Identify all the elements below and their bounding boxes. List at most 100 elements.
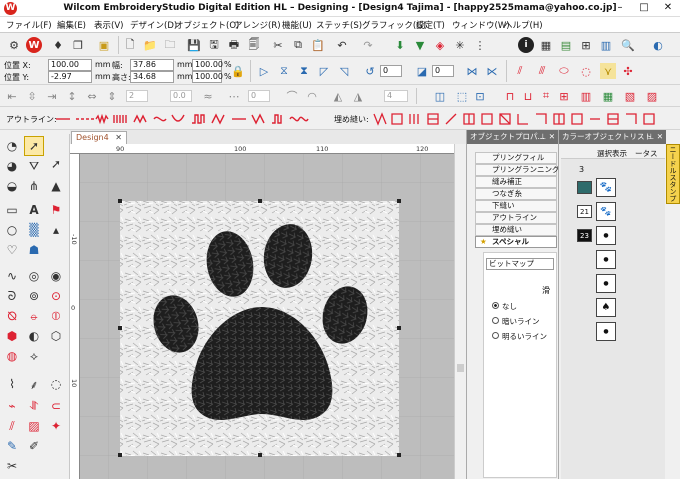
menu-object[interactable]: オブジェクト(O) — [175, 19, 239, 31]
fill-cross-icon[interactable]: ✣ — [620, 63, 636, 79]
copy-icon[interactable]: ❐ — [70, 37, 86, 53]
tab-fill[interactable]: 埋め縫い — [475, 224, 557, 236]
menu-arrange[interactable]: アレンジ(R) — [234, 19, 281, 31]
radio-selected-icon[interactable] — [492, 302, 499, 309]
pointer-tool-icon[interactable]: ➚ — [46, 154, 66, 174]
monogram-icon[interactable]: ⚑ — [46, 200, 66, 220]
applique-icon[interactable]: ⦰ — [2, 306, 22, 326]
tab-pull-comp[interactable]: 縫み補正 — [475, 176, 557, 188]
panel-close-icon[interactable]: ✕ — [657, 130, 663, 144]
redo-icon[interactable]: ↷ — [360, 37, 376, 53]
balloon-icon[interactable]: ♦ — [50, 37, 66, 53]
menu-view[interactable]: 表示(V) — [94, 19, 123, 31]
tab-close-icon[interactable]: ✕ — [115, 133, 122, 142]
lock-proportion-icon[interactable]: 🔒 — [230, 63, 246, 79]
paste2-icon[interactable]: 📋 — [310, 37, 326, 53]
new-file-icon[interactable]: 🗋 — [122, 37, 138, 53]
layout-icon[interactable]: ▥ — [598, 37, 614, 53]
flip-icon[interactable]: ⋈ — [464, 63, 480, 79]
bead-icon[interactable]: ⸙ — [24, 374, 44, 394]
cord-icon[interactable]: ⊂ — [46, 396, 66, 416]
stitch2-icon[interactable]: ⋮ — [472, 37, 488, 53]
curve-tool-icon[interactable]: ◒ — [2, 176, 22, 196]
radio-icon[interactable] — [492, 332, 499, 339]
rotation-field[interactable]: 0 — [380, 65, 402, 77]
target-tool-icon[interactable]: ◎ — [24, 266, 44, 286]
tab-underlay[interactable]: 下縫い — [475, 200, 557, 212]
distribute2-icon[interactable]: ⇕ — [104, 88, 120, 104]
menu-help[interactable]: ヘルプ(H) — [504, 19, 543, 31]
mirror-h-icon[interactable]: ⧖ — [276, 63, 292, 79]
maximize-button[interactable]: □ — [632, 0, 656, 17]
align-top-icon[interactable]: ⇤ — [4, 88, 20, 104]
team-name-icon[interactable]: ▒ — [24, 220, 44, 240]
print-icon[interactable]: 🖶 — [226, 37, 242, 53]
folder2-icon[interactable]: 🗀 — [162, 37, 178, 53]
effect4-icon[interactable]: ⊞ — [556, 88, 572, 104]
letter-w-icon[interactable]: W — [26, 37, 42, 53]
scroll-thumb[interactable] — [457, 364, 464, 372]
color-icon[interactable]: ◈ — [432, 37, 448, 53]
tab-connectors[interactable]: つなぎ糸 — [475, 188, 557, 200]
menu-window[interactable]: ウィンドウ(W) — [452, 19, 510, 31]
info-icon[interactable]: i — [518, 37, 534, 53]
needle-tool-icon[interactable]: ⌇ — [2, 374, 22, 394]
fill-satin-icon[interactable]: ⫽ — [512, 63, 528, 79]
text-tool-icon[interactable]: A — [24, 200, 44, 220]
shape-tool-icon[interactable]: ▲ — [46, 176, 66, 196]
arrange-icon[interactable]: ⊞ — [578, 37, 594, 53]
panel-close-icon[interactable]: ✕ — [549, 130, 555, 144]
fill-pattern-icon[interactable]: ⬭ — [556, 63, 572, 79]
film-icon[interactable]: ▦ — [538, 37, 554, 53]
align-bottom-icon[interactable]: ⇥ — [44, 88, 60, 104]
digitize-icon[interactable]: ◔ — [2, 136, 22, 156]
object-item-3[interactable]: ● — [596, 226, 616, 245]
design-canvas[interactable] — [70, 144, 454, 479]
pos-y-field[interactable]: -2.97 — [48, 71, 92, 83]
people-icon[interactable]: ☗ — [24, 240, 44, 260]
menu-edit[interactable]: 編集(E) — [57, 19, 86, 31]
needle-icon[interactable]: ⬇ — [392, 37, 408, 53]
pos-x-field[interactable]: 100.00 — [48, 59, 92, 71]
cut-icon[interactable]: ✂ — [270, 37, 286, 53]
effect2-icon[interactable]: ⊔ — [520, 88, 536, 104]
stamp-icon[interactable]: ◐ — [24, 326, 44, 346]
reshape-icon[interactable]: ◕ — [2, 156, 22, 176]
scissors-icon[interactable]: ✂ — [2, 456, 22, 476]
view-label[interactable]: 選択表示 — [597, 148, 627, 159]
canvas-vertical-scrollbar[interactable] — [454, 144, 466, 479]
angle-b-field[interactable]: 4 — [384, 90, 408, 102]
motif-icon[interactable]: ✦ — [46, 416, 66, 436]
menu-settings[interactable]: 設定(T) — [416, 19, 445, 31]
pattern-icon[interactable]: ⋯ — [226, 88, 242, 104]
lettering-icon[interactable]: ✎ — [2, 436, 22, 456]
stamp2-icon[interactable]: ⬡ — [46, 326, 66, 346]
zoom-icon[interactable]: 🔍 — [620, 37, 636, 53]
fill-special-icon[interactable]: ⋎ — [600, 63, 616, 79]
thread-icon[interactable]: ▼ — [412, 37, 428, 53]
sequin-icon[interactable]: ◌ — [46, 374, 66, 394]
close-window-button[interactable]: ✕ — [656, 0, 680, 17]
arc2-icon[interactable]: ◠ — [304, 88, 320, 104]
minimize-button[interactable]: – — [608, 0, 632, 17]
hexagon-icon[interactable]: ⬢ — [2, 326, 22, 346]
knife-tool-icon[interactable]: ⋔ — [24, 176, 44, 196]
triple-run-icon[interactable]: ⥯ — [24, 396, 44, 416]
applique3-icon[interactable]: ⦶ — [46, 306, 66, 326]
swirl-tool-icon[interactable]: ᘐ — [2, 286, 22, 306]
circle2-tool-icon[interactable]: ◉ — [46, 266, 66, 286]
arc-icon[interactable]: ⌒ — [284, 88, 300, 104]
tab-outline[interactable]: アウトライン — [475, 212, 557, 224]
align-left-icon[interactable]: ▷ — [256, 63, 272, 79]
rectangle-tool-icon[interactable]: ▭ — [2, 200, 22, 220]
pin-icon[interactable]: ⊥ — [647, 130, 654, 144]
width-field[interactable]: 37.86 — [130, 59, 174, 71]
color-swatch-23[interactable]: 23 — [577, 229, 592, 242]
ring2-tool-icon[interactable]: ⊙ — [46, 286, 66, 306]
open-folder-icon[interactable]: 📁 — [142, 37, 158, 53]
menu-stitch[interactable]: ステッチ(S) — [316, 19, 362, 31]
bitmap-icon[interactable]: ⟡ — [24, 346, 44, 366]
rotate-left-icon[interactable]: ◸ — [316, 63, 332, 79]
star-tool-icon[interactable]: ▴ — [46, 220, 66, 240]
object-item-4[interactable]: ● — [596, 250, 616, 269]
